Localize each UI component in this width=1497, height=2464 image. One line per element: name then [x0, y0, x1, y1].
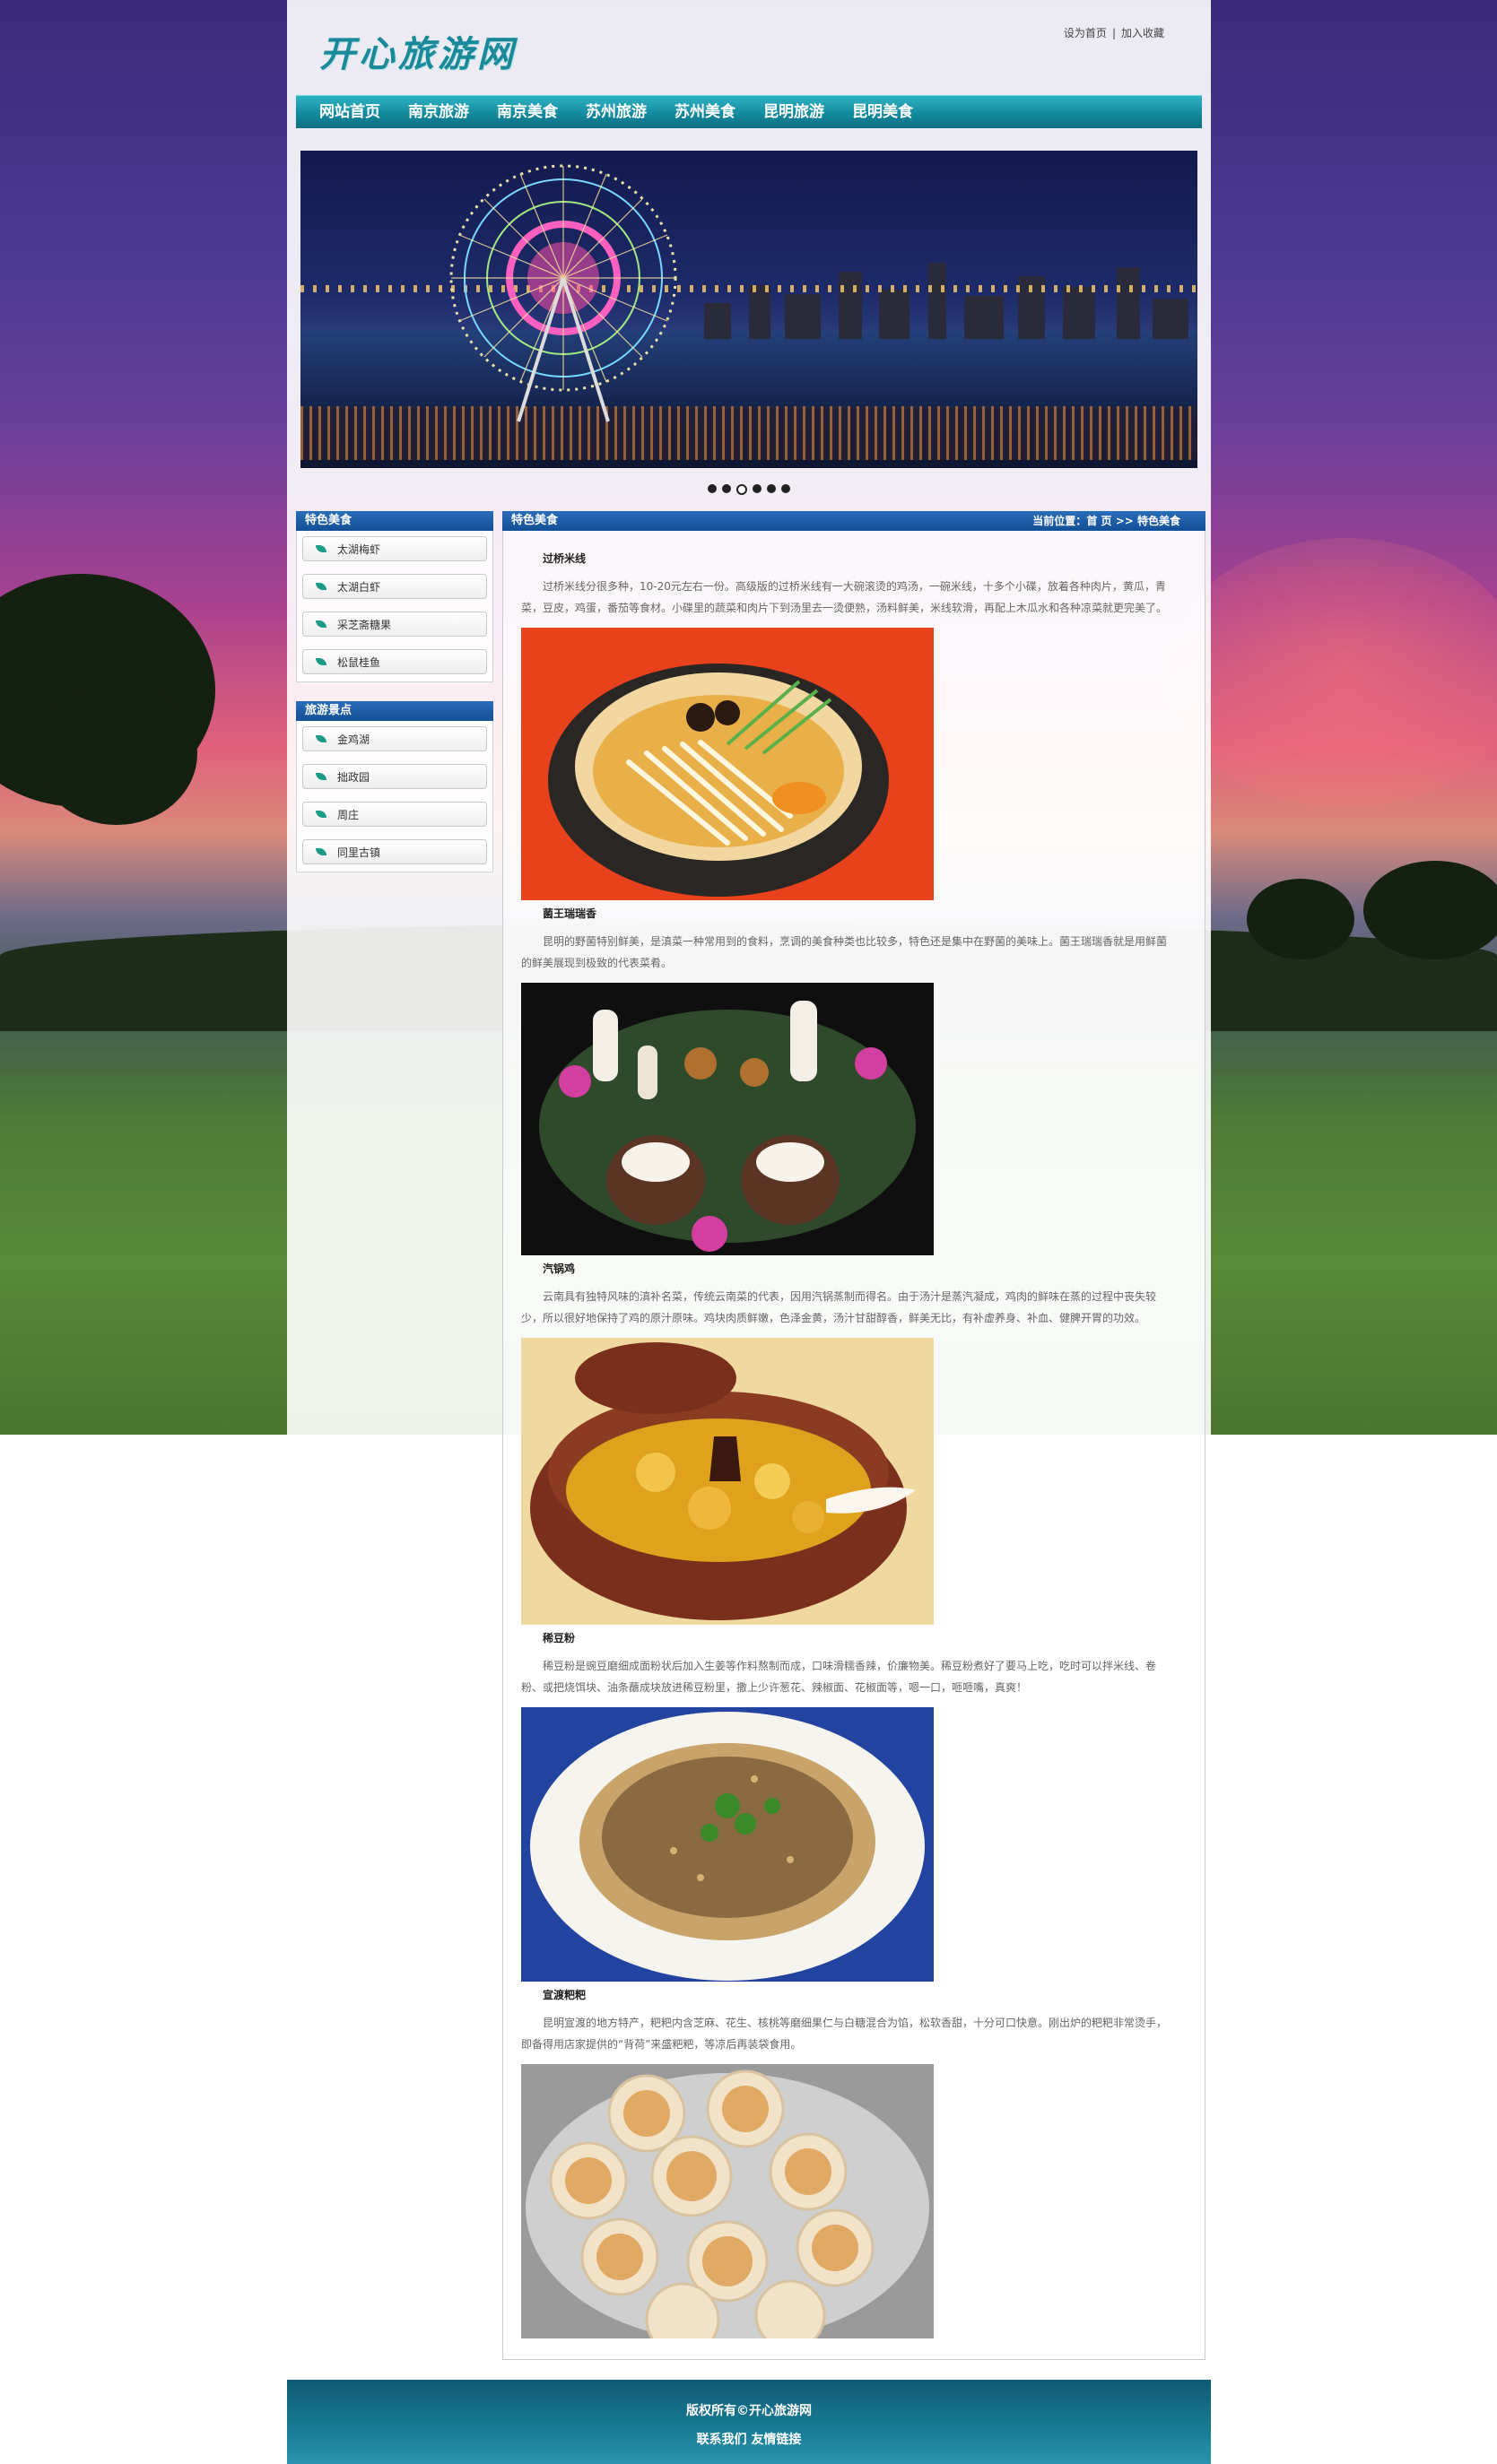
banner-dot-3[interactable] [736, 484, 747, 495]
sidebar-item-spot-2[interactable]: 拙政园 [302, 764, 487, 789]
sidebar-item-spot-4[interactable]: 同里古镇 [302, 839, 487, 864]
food-desc-3: 云南具有独特风味的滇补名菜，传统云南菜的代表，因用汽锅蒸制而得名。由于汤汁是蒸汽… [521, 1290, 1157, 1324]
food-desc-2: 昆明的野菌特别鲜美，是滇菜一种常用到的食料，烹调的美食种类也比较多，特色还是集中… [521, 935, 1168, 969]
leaf-icon [316, 620, 326, 628]
footer-contact-link[interactable]: 联系我们 [697, 2433, 747, 2447]
sidebar-item-spot-1[interactable]: 金鸡湖 [302, 726, 487, 751]
ferris-wheel-graphic [449, 164, 677, 422]
noodle-pot-photo [521, 628, 934, 900]
breadcrumb-arrow: >> [1115, 515, 1134, 527]
food-name-2: 菌王瑞瑞香 [543, 907, 597, 920]
sidebar-item-label: 拙政园 [337, 770, 370, 784]
breadcrumb-current: 特色美食 [1136, 515, 1180, 527]
mushroom-platter-photo [521, 983, 934, 1255]
sidebar-item-label: 同里古镇 [337, 846, 381, 859]
food-name-3: 汽锅鸡 [543, 1262, 576, 1275]
sidebar-item-label: 太湖白虾 [337, 580, 381, 594]
footer-links: 联系我们 友情链接 [287, 2430, 1211, 2448]
leaf-icon [316, 545, 326, 552]
food-name-5: 宣渡粑粑 [543, 1989, 587, 2001]
food-photo-2 [521, 983, 934, 1255]
background-tree [1363, 861, 1497, 959]
top-links-separator: | [1111, 27, 1116, 39]
nav-item-kunming-travel[interactable]: 昆明旅游 [763, 96, 824, 128]
page-container: 开心旅游网 设为首页 | 加入收藏 网站首页 南京旅游 南京美食 苏州旅游 苏州美食… [287, 0, 1211, 2464]
sidebar-food-list: 太湖梅虾 太湖白虾 采芝斋糖果 松鼠桂鱼 [296, 531, 493, 682]
banner-dot-1[interactable] [708, 484, 717, 493]
footer-friend-links[interactable]: 友情链接 [751, 2433, 801, 2447]
breadcrumb: 当前位置：首 页 >> 特色美食 [1032, 511, 1180, 531]
sidebar-item-label: 金鸡湖 [337, 733, 370, 746]
sidebar-item-label: 周庄 [337, 808, 360, 821]
food-photo-3 [521, 1338, 934, 1625]
sidebar-spots-box: 旅游景点 金鸡湖 拙政园 周庄 同里古镇 [296, 701, 493, 872]
nav-item-suzhou-travel[interactable]: 苏州旅游 [586, 96, 647, 128]
breadcrumb-prefix: 当前位置： [1032, 515, 1087, 527]
food-desc-1: 过桥米线分很多种，10-20元左右一份。高级版的过桥米线有一大碗滚烫的鸡汤，一碗… [521, 580, 1168, 614]
leaf-icon [316, 773, 326, 780]
breadcrumb-home[interactable]: 首 页 [1086, 515, 1111, 527]
leaf-icon [316, 811, 326, 818]
food-desc-5: 昆明宣渡的地方特产，粑粑内含芝麻、花生、核桃等磨细果仁与白糖混合为馅，松软香甜，… [521, 2017, 1168, 2051]
sidebar-item-food-3[interactable]: 采芝斋糖果 [302, 612, 487, 637]
leaf-icon [316, 658, 326, 665]
baba-cakes-photo [521, 2064, 934, 2338]
steam-pot-chicken-photo [521, 1338, 934, 1625]
sidebar-item-food-2[interactable]: 太湖白虾 [302, 574, 487, 599]
site-footer: 版权所有©开心旅游网 联系我们 友情链接 [287, 2380, 1211, 2464]
sidebar-item-food-4[interactable]: 松鼠桂鱼 [302, 649, 487, 674]
sidebar-item-food-1[interactable]: 太湖梅虾 [302, 536, 487, 561]
nav-item-nanjing-travel[interactable]: 南京旅游 [408, 96, 469, 128]
main-title-bar: 特色美食 当前位置：首 页 >> 特色美食 [502, 511, 1205, 531]
pea-porridge-photo [521, 1707, 934, 1982]
banner-dot-6[interactable] [781, 484, 790, 493]
sidebar-item-spot-3[interactable]: 周庄 [302, 802, 487, 827]
food-photo-1 [521, 628, 934, 900]
banner-dot-2[interactable] [722, 484, 731, 493]
sidebar-item-label: 松鼠桂鱼 [337, 655, 381, 669]
food-photo-5 [521, 2064, 934, 2338]
sidebar-food-box: 特色美食 太湖梅虾 太湖白虾 采芝斋糖果 松鼠桂鱼 [296, 511, 493, 682]
main-title: 特色美食 [511, 514, 559, 527]
sidebar-item-label: 太湖梅虾 [337, 542, 381, 556]
main-nav: 网站首页 南京旅游 南京美食 苏州旅游 苏州美食 昆明旅游 昆明美食 [296, 95, 1202, 128]
background-tree [1247, 879, 1354, 959]
banner-slideshow[interactable] [300, 151, 1197, 468]
food-photo-4 [521, 1707, 934, 1982]
sidebar-spots-title: 旅游景点 [296, 701, 493, 721]
set-home-link[interactable]: 设为首页 [1064, 27, 1107, 39]
banner-dot-5[interactable] [767, 484, 776, 493]
footer-copyright: 版权所有©开心旅游网 [686, 2404, 812, 2418]
food-name-4: 稀豆粉 [543, 1632, 576, 1644]
leaf-icon [316, 583, 326, 590]
article-body: 过桥米线 过桥米线分很多种，10-20元左右一份。高级版的过桥米线有一大碗滚烫的… [502, 531, 1205, 2360]
top-links: 设为首页 | 加入收藏 [1064, 25, 1164, 40]
site-logo[interactable]: 开心旅游网 [319, 25, 517, 77]
food-desc-4: 稀豆粉是豌豆磨细成面粉状后加入生姜等作料熬制而成，口味滑糯香辣，价廉物美。稀豆粉… [521, 1660, 1157, 1694]
background-tree [36, 681, 197, 825]
banner-pager [287, 484, 1211, 495]
banner-city-skyline [686, 258, 1197, 339]
nav-item-home[interactable]: 网站首页 [319, 96, 380, 128]
add-favorite-link[interactable]: 加入收藏 [1121, 27, 1164, 39]
banner-dot-4[interactable] [753, 484, 762, 493]
nav-item-nanjing-food[interactable]: 南京美食 [497, 96, 558, 128]
sidebar-item-label: 采芝斋糖果 [337, 618, 392, 631]
nav-item-kunming-food[interactable]: 昆明美食 [852, 96, 913, 128]
nav-item-suzhou-food[interactable]: 苏州美食 [675, 96, 735, 128]
food-name-1: 过桥米线 [543, 552, 587, 565]
sidebar-spots-list: 金鸡湖 拙政园 周庄 同里古镇 [296, 721, 493, 872]
leaf-icon [316, 848, 326, 855]
sidebar-food-title: 特色美食 [296, 511, 493, 531]
leaf-icon [316, 735, 326, 742]
